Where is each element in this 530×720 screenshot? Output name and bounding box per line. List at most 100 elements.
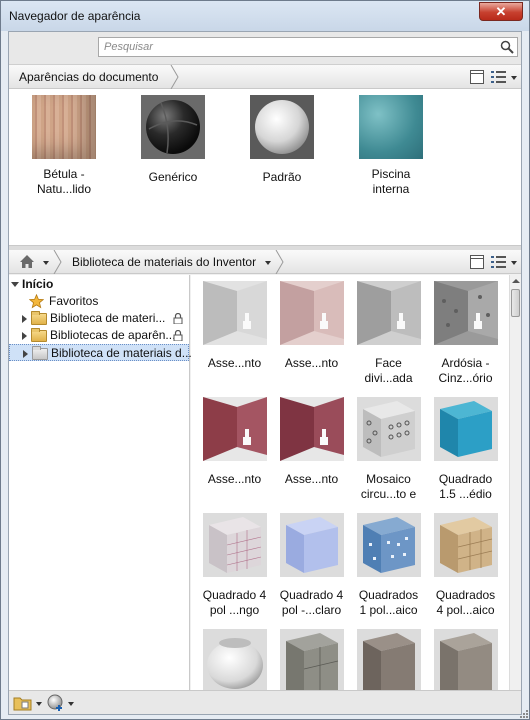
- tree-root-home[interactable]: Início: [9, 276, 189, 293]
- expand-icon[interactable]: [23, 350, 28, 358]
- default-sphere-icon: [250, 95, 314, 159]
- crumb-separator-icon: [53, 250, 62, 274]
- library-material-tile[interactable]: Asse...nto: [273, 281, 350, 371]
- document-appearances-bar: Aparências do documento: [9, 65, 521, 89]
- library-folder-icon[interactable]: [13, 695, 33, 711]
- folder-icon: [32, 346, 48, 360]
- library-material-tile[interactable]: Quadrado 4 pol ...ngo: [196, 513, 273, 618]
- document-appearances-crumb[interactable]: Aparências do documento: [19, 65, 158, 89]
- close-button[interactable]: ✕: [479, 2, 523, 21]
- material-label-line2: Cinz...ório: [438, 371, 493, 385]
- search-row: Pesquisar: [9, 32, 521, 65]
- library-material-tile[interactable]: [427, 629, 504, 690]
- material-label-line1: Ardósia -: [441, 356, 490, 370]
- lock-icon: [173, 313, 183, 324]
- search-icon[interactable]: [500, 40, 514, 54]
- library-material-tile[interactable]: [273, 629, 350, 690]
- list-view-icon[interactable]: [491, 255, 507, 269]
- view-options-dropdown-icon[interactable]: [511, 261, 517, 265]
- crumb-separator-icon: [275, 250, 284, 274]
- library-material-tile[interactable]: Face divi...ada: [350, 281, 427, 386]
- library-crumb[interactable]: Biblioteca de materiais do Inventor: [72, 250, 256, 274]
- pool-water-icon: [359, 95, 423, 159]
- view-options-dropdown-icon[interactable]: [511, 76, 517, 80]
- tree-item-materials-library[interactable]: Biblioteca de materi...: [9, 310, 189, 327]
- home-icon[interactable]: [19, 254, 35, 269]
- library-material-tile[interactable]: Quadrado 4 pol -...claro: [273, 513, 350, 618]
- material-label-line1: Asse...nto: [207, 356, 262, 370]
- doc-material-generic[interactable]: Genérico: [123, 95, 223, 185]
- material-label-line1: Padrão: [262, 170, 302, 184]
- star-icon: [29, 294, 44, 309]
- library-dropdown-icon[interactable]: [265, 261, 271, 265]
- library-material-tile[interactable]: Quadrado 1.5 ...édio: [427, 397, 504, 502]
- tree-item-label: Biblioteca de materi...: [50, 311, 166, 325]
- white-tile-wall-icon: [202, 281, 267, 345]
- doc-material-birch[interactable]: Bétula - Natu...lido: [14, 95, 114, 197]
- library-material-tile[interactable]: Ardósia - Cinz...ório: [427, 281, 504, 386]
- dark-stone-cube-icon: [356, 629, 421, 690]
- library-tree: Início Favoritos Biblioteca de materi...…: [9, 275, 192, 690]
- folder-icon: [31, 311, 47, 325]
- create-material-dropdown-icon[interactable]: [68, 702, 74, 706]
- collapse-icon[interactable]: [11, 282, 19, 287]
- material-label-line1: Face: [375, 356, 402, 370]
- expand-icon[interactable]: [22, 315, 27, 323]
- pink-tile-wall-icon: [279, 281, 344, 345]
- library-material-tile[interactable]: [350, 629, 427, 690]
- expand-icon[interactable]: [22, 332, 27, 340]
- grid-scrollbar[interactable]: [509, 275, 521, 690]
- library-material-tile[interactable]: [196, 629, 273, 690]
- tree-item-appearance-libraries[interactable]: Bibliotecas de aparên...: [9, 327, 189, 344]
- material-label-line2: pol -...claro: [281, 603, 342, 617]
- circle-mosaic-cube-icon: [356, 397, 421, 461]
- tree-item-inventor-library[interactable]: Biblioteca de materiais d...: [9, 344, 192, 361]
- tree-item-label: Biblioteca de materiais d...: [51, 346, 192, 360]
- list-view-icon[interactable]: [491, 70, 507, 84]
- window-title: Navegador de aparência: [9, 9, 141, 23]
- create-material-icon[interactable]: [47, 694, 65, 712]
- material-label-line2: Natu...lido: [36, 182, 92, 196]
- material-label-line2: 1.5 ...édio: [439, 487, 492, 501]
- bottom-toolbar: [9, 690, 521, 714]
- doc-material-default[interactable]: Padrão: [232, 95, 332, 185]
- search-input[interactable]: Pesquisar: [98, 37, 518, 57]
- material-label-line1: Quadrado: [438, 472, 493, 486]
- library-material-tile[interactable]: Quadrados 1 pol...aico: [350, 513, 427, 618]
- tree-item-label: Favoritos: [49, 294, 99, 308]
- material-label-line1: Bétula -: [43, 167, 85, 181]
- scrollbar-thumb[interactable]: [511, 289, 520, 317]
- document-appearances-area: Bétula - Natu...lido Genérico Padrão Pis…: [9, 89, 521, 246]
- material-label-line1: Genérico: [148, 170, 198, 184]
- material-label-line2: 1 pol...aico: [359, 603, 418, 617]
- blue-mosaic-cube-icon: [356, 513, 421, 577]
- browser-panel: Pesquisar Aparências do documento Bétula…: [8, 31, 522, 715]
- scroll-up-icon[interactable]: [512, 279, 520, 283]
- library-material-tile[interactable]: Mosaico circu...to e: [350, 397, 427, 502]
- material-label-line1: Asse...nto: [284, 356, 339, 370]
- material-label-line1: Piscina: [371, 167, 411, 181]
- home-dropdown-icon[interactable]: [43, 261, 49, 265]
- slate-wall-icon: [433, 281, 498, 345]
- doc-material-pool[interactable]: Piscina interna: [341, 95, 441, 197]
- mid-stone-cube-icon: [433, 629, 498, 690]
- material-label-line1: Quadrados: [358, 588, 419, 602]
- library-material-tile[interactable]: Asse...nto: [196, 397, 273, 487]
- material-label-line2: divi...ada: [364, 371, 413, 385]
- red-tile-wall-icon: [279, 397, 344, 461]
- library-materials-grid: Asse...nto Asse...nto Face divi...ada Ard…: [191, 275, 509, 690]
- light-blue-cube-icon: [279, 513, 344, 577]
- title-bar[interactable]: Navegador de aparência ✕: [1, 1, 529, 31]
- red-tile-wall-icon: [202, 397, 267, 461]
- appearance-browser-window: Navegador de aparência ✕ Pesquisar Aparê…: [0, 0, 530, 720]
- library-material-tile[interactable]: Quadrados 4 pol...aico: [427, 513, 504, 618]
- tree-item-favorites[interactable]: Favoritos: [9, 293, 189, 310]
- crumb-separator-icon: [170, 65, 179, 89]
- material-label-line1: Quadrados: [435, 588, 496, 602]
- thumbnail-view-icon[interactable]: [470, 70, 484, 84]
- resize-grip-icon[interactable]: [517, 707, 529, 719]
- library-material-tile[interactable]: Asse...nto: [196, 281, 273, 371]
- library-menu-dropdown-icon[interactable]: [36, 702, 42, 706]
- thumbnail-view-icon[interactable]: [470, 255, 484, 269]
- library-material-tile[interactable]: Asse...nto: [273, 397, 350, 487]
